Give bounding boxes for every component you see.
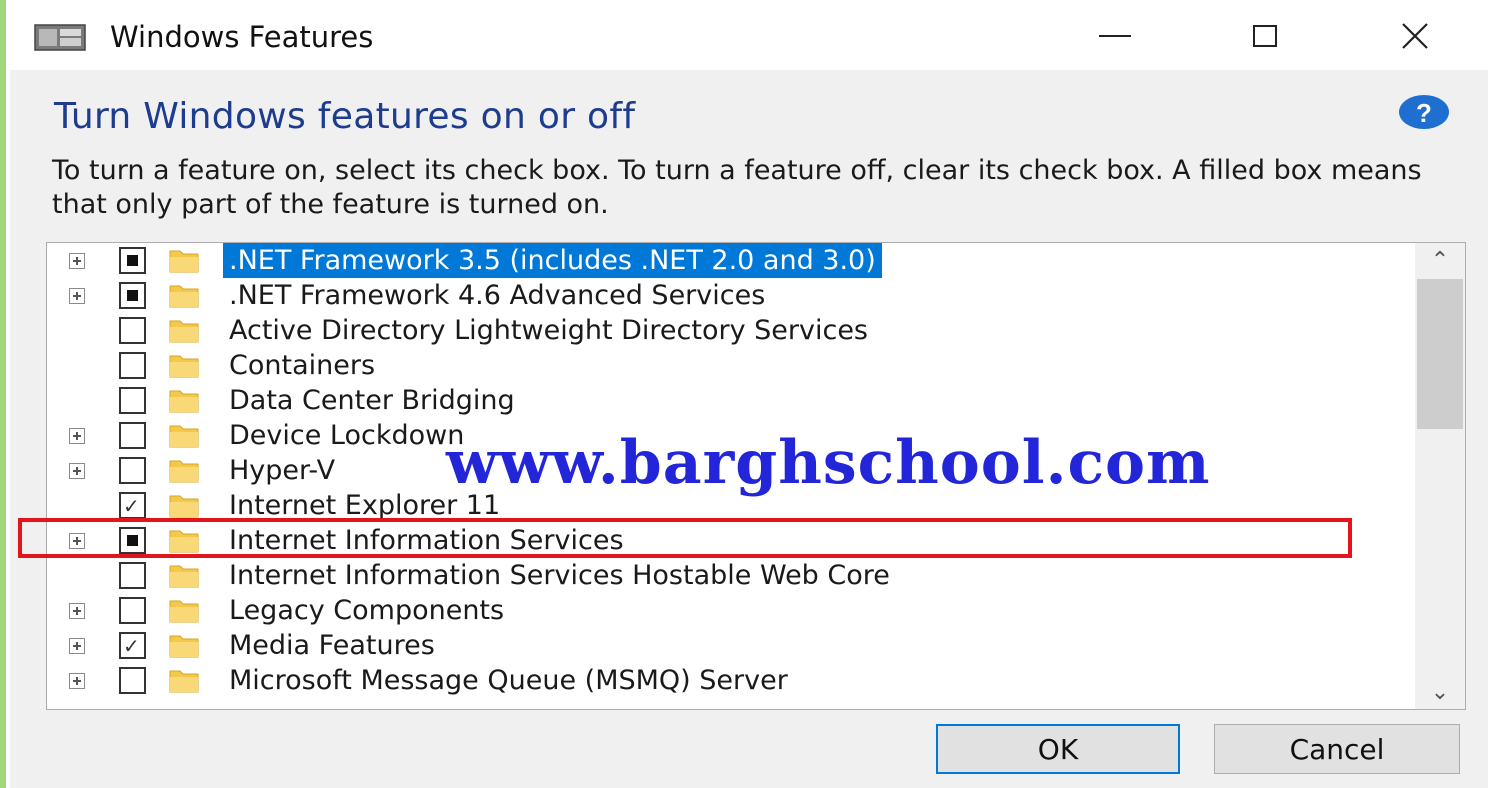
feature-row[interactable]: Data Center Bridging <box>47 383 1407 418</box>
feature-label: Media Features <box>229 630 435 661</box>
maximize-icon <box>1253 25 1277 47</box>
feature-row[interactable]: ✓ Media Features <box>47 628 1407 663</box>
dialog-heading: Turn Windows features on or off <box>54 96 636 137</box>
feature-checkbox[interactable] <box>119 667 146 694</box>
feature-label: Containers <box>229 350 376 381</box>
folder-icon <box>169 250 199 273</box>
feature-checkbox[interactable] <box>119 562 146 589</box>
feature-row[interactable]: Internet Information Services Hostable W… <box>47 558 1407 593</box>
feature-label: Hyper-V <box>229 455 336 486</box>
folder-icon <box>169 635 199 658</box>
minimize-icon <box>1099 35 1131 37</box>
feature-row[interactable]: Microsoft Message Queue (MSMQ) Server <box>47 663 1407 698</box>
maximize-button[interactable] <box>1220 8 1310 64</box>
feature-label: .NET Framework 3.5 (includes .NET 2.0 an… <box>223 243 882 278</box>
close-button[interactable] <box>1370 8 1460 64</box>
chevron-down-icon: ⌄ <box>1430 679 1450 705</box>
feature-checkbox[interactable] <box>119 352 146 379</box>
scrollbar-thumb[interactable] <box>1417 279 1463 429</box>
cancel-button[interactable]: Cancel <box>1214 724 1460 774</box>
windows-features-icon <box>34 24 86 51</box>
folder-icon <box>169 495 199 518</box>
folder-icon <box>169 670 199 693</box>
expand-icon[interactable] <box>69 638 85 654</box>
vertical-scrollbar[interactable]: ⌃ ⌄ <box>1415 243 1465 709</box>
checkmark-icon: ✓ <box>123 494 140 518</box>
feature-checkbox[interactable] <box>119 457 146 484</box>
feature-row[interactable]: Containers <box>47 348 1407 383</box>
chevron-up-icon: ⌃ <box>1430 247 1450 273</box>
feature-checkbox[interactable] <box>119 387 146 414</box>
feature-label: Legacy Components <box>229 595 505 626</box>
expand-icon[interactable] <box>69 253 85 269</box>
help-icon[interactable]: ? <box>1398 94 1450 130</box>
close-icon <box>1402 23 1428 49</box>
expand-icon[interactable] <box>69 673 85 689</box>
scroll-down-button[interactable]: ⌄ <box>1415 675 1465 709</box>
feature-checkbox[interactable] <box>119 597 146 624</box>
feature-label: Internet Information Services Hostable W… <box>229 560 890 591</box>
scroll-up-button[interactable]: ⌃ <box>1415 243 1465 277</box>
feature-row[interactable]: .NET Framework 4.6 Advanced Services <box>47 278 1407 313</box>
window-edge <box>0 0 6 788</box>
feature-checkbox[interactable] <box>119 317 146 344</box>
feature-row[interactable]: Active Directory Lightweight Directory S… <box>47 313 1407 348</box>
ok-button[interactable]: OK <box>936 724 1180 774</box>
dialog-description: To turn a feature on, select its check b… <box>52 155 1422 220</box>
minimize-button[interactable] <box>1070 8 1160 64</box>
feature-checkbox[interactable]: ✓ <box>119 492 146 519</box>
window-title: Windows Features <box>110 20 374 54</box>
feature-checkbox[interactable] <box>119 247 146 274</box>
expand-icon[interactable] <box>69 603 85 619</box>
folder-icon <box>169 600 199 623</box>
feature-label: Device Lockdown <box>229 420 465 451</box>
expand-icon[interactable] <box>69 463 85 479</box>
folder-icon <box>169 565 199 588</box>
folder-icon <box>169 460 199 483</box>
expand-icon[interactable] <box>69 428 85 444</box>
watermark-text: www.barghschool.com <box>446 428 1211 498</box>
feature-row[interactable]: Legacy Components <box>47 593 1407 628</box>
feature-label: .NET Framework 4.6 Advanced Services <box>229 280 766 311</box>
folder-icon <box>169 320 199 343</box>
folder-icon <box>169 425 199 448</box>
feature-label: Data Center Bridging <box>229 385 515 416</box>
folder-icon <box>169 390 199 413</box>
feature-row[interactable]: .NET Framework 3.5 (includes .NET 2.0 an… <box>47 243 1407 278</box>
feature-checkbox[interactable]: ✓ <box>119 632 146 659</box>
feature-label: Microsoft Message Queue (MSMQ) Server <box>229 665 788 696</box>
highlight-box <box>18 518 1352 558</box>
feature-checkbox[interactable] <box>119 422 146 449</box>
checkmark-icon: ✓ <box>123 634 140 658</box>
feature-label: Active Directory Lightweight Directory S… <box>229 315 868 346</box>
svg-text:?: ? <box>1416 98 1432 128</box>
folder-icon <box>169 355 199 378</box>
expand-icon[interactable] <box>69 288 85 304</box>
feature-checkbox[interactable] <box>119 282 146 309</box>
folder-icon <box>169 285 199 308</box>
title-bar[interactable]: Windows Features <box>10 0 1488 70</box>
